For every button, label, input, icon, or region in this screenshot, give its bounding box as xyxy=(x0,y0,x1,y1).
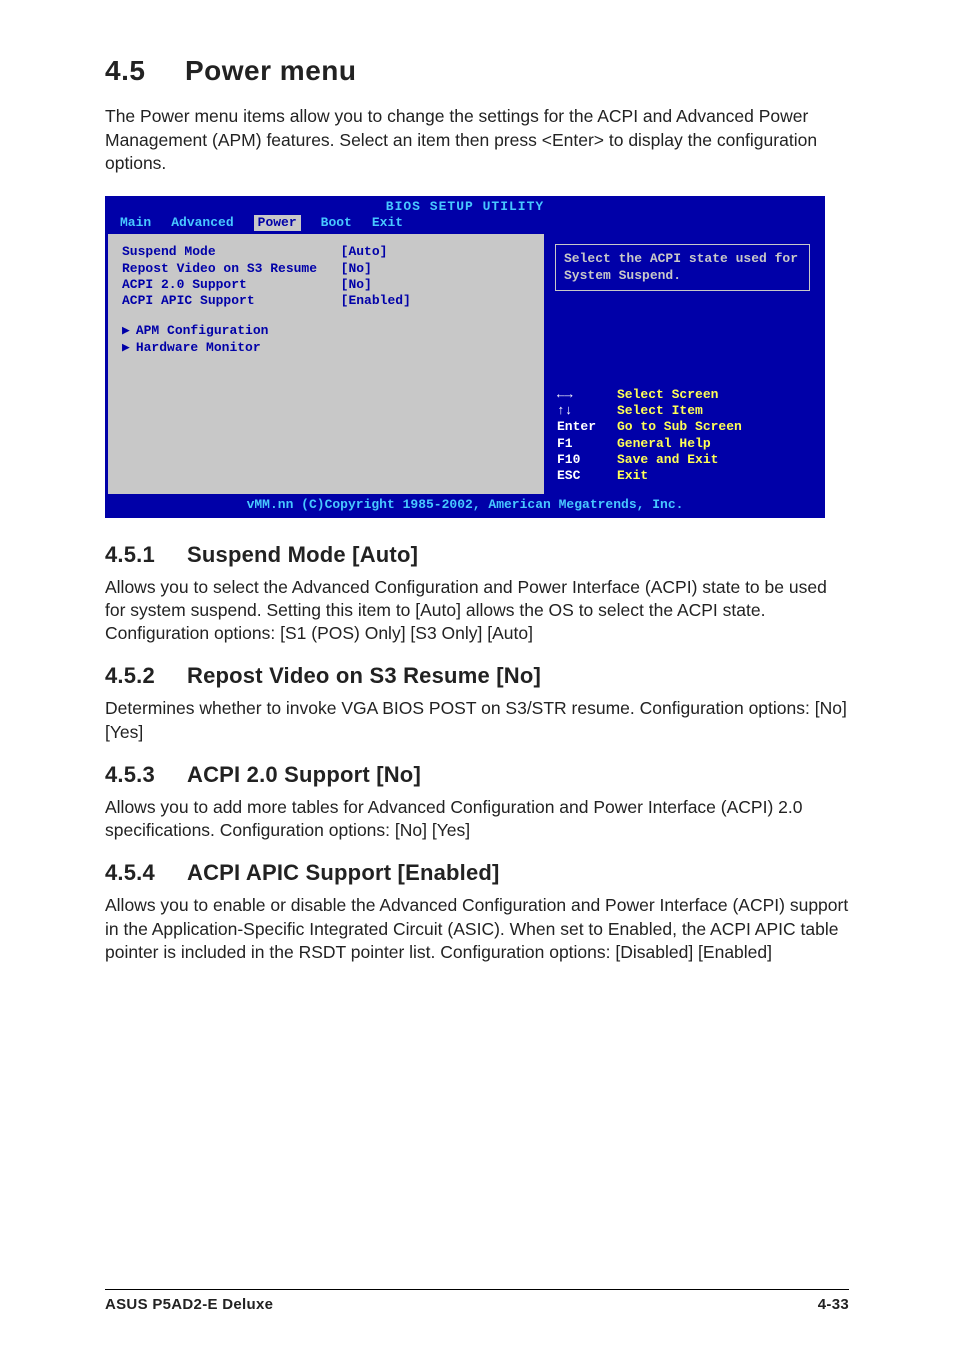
subsection-number: 4.5.2 xyxy=(105,663,187,689)
bios-item-label: Repost Video on S3 Resume xyxy=(122,261,341,277)
bios-item-label: Suspend Mode xyxy=(122,244,341,260)
bios-menu-main[interactable]: Main xyxy=(120,215,151,231)
bios-title: BIOS SETUP UTILITY xyxy=(106,197,824,215)
bios-key-row: EnterGo to Sub Screen xyxy=(557,419,808,435)
subsection-body: Allows you to select the Advanced Config… xyxy=(105,576,849,646)
bios-item-label: ACPI 2.0 Support xyxy=(122,277,341,293)
bios-item-value: [No] xyxy=(341,277,419,293)
footer-right: 4-33 xyxy=(818,1296,849,1313)
bios-key-row: F1General Help xyxy=(557,436,808,452)
subsection-number: 4.5.4 xyxy=(105,860,187,886)
subsection-heading: 4.5.1Suspend Mode [Auto] xyxy=(105,542,849,568)
triangle-icon: ▶ xyxy=(122,323,130,338)
bios-key-name: ↑↓ xyxy=(557,403,617,419)
subsection-title: ACPI 2.0 Support [No] xyxy=(187,762,421,787)
subsection-heading: 4.5.3ACPI 2.0 Support [No] xyxy=(105,762,849,788)
bios-key-name: F1 xyxy=(557,436,617,452)
bios-menu-boot[interactable]: Boot xyxy=(321,215,352,231)
section-title-text: Power menu xyxy=(185,55,356,86)
bios-item-value: [Auto] xyxy=(341,244,419,260)
page-title: 4.5Power menu xyxy=(105,55,849,87)
bios-key-desc: Select Item xyxy=(617,403,703,419)
bios-submenus: ▶ APM Configuration ▶ Hardware Monitor xyxy=(122,323,530,356)
intro-paragraph: The Power menu items allow you to change… xyxy=(105,105,849,176)
bios-help-text: Select the ACPI state used for System Su… xyxy=(555,244,810,291)
bios-key-row: ↑↓Select Item xyxy=(557,403,808,419)
bios-key-desc: Exit xyxy=(617,468,648,484)
subsection-number: 4.5.1 xyxy=(105,542,187,568)
bios-menu-advanced[interactable]: Advanced xyxy=(171,215,233,231)
bios-key-row: F10Save and Exit xyxy=(557,452,808,468)
section-number: 4.5 xyxy=(105,55,185,87)
triangle-icon: ▶ xyxy=(122,340,130,355)
page-footer: ASUS P5AD2-E Deluxe 4-33 xyxy=(105,1289,849,1313)
subsection-body: Determines whether to invoke VGA BIOS PO… xyxy=(105,697,849,744)
subsection-heading: 4.5.2Repost Video on S3 Resume [No] xyxy=(105,663,849,689)
subsection-title: Repost Video on S3 Resume [No] xyxy=(187,663,541,688)
bios-submenu-item[interactable]: ▶ APM Configuration xyxy=(122,323,530,339)
bios-key-legend: ←→Select Screen↑↓Select ItemEnterGo to S… xyxy=(555,383,810,489)
footer-left: ASUS P5AD2-E Deluxe xyxy=(105,1296,273,1313)
bios-item[interactable]: ACPI 2.0 Support [No] xyxy=(122,277,419,293)
bios-item[interactable]: Repost Video on S3 Resume [No] xyxy=(122,261,419,277)
bios-item[interactable]: Suspend Mode [Auto] xyxy=(122,244,419,260)
bios-menu-exit[interactable]: Exit xyxy=(372,215,403,231)
subsection-heading: 4.5.4ACPI APIC Support [Enabled] xyxy=(105,860,849,886)
subsection-title: Suspend Mode [Auto] xyxy=(187,542,418,567)
bios-left-panel: Suspend Mode [Auto]Repost Video on S3 Re… xyxy=(106,234,546,496)
bios-key-row: ESCExit xyxy=(557,468,808,484)
subsection-body: Allows you to enable or disable the Adva… xyxy=(105,894,849,964)
bios-right-panel: Select the ACPI state used for System Su… xyxy=(546,234,824,496)
bios-menu: Main Advanced Power Boot Exit xyxy=(106,215,824,233)
bios-submenu-label: Hardware Monitor xyxy=(136,340,261,355)
bios-key-row: ←→Select Screen xyxy=(557,387,808,403)
bios-key-desc: General Help xyxy=(617,436,711,452)
bios-screenshot: BIOS SETUP UTILITY Main Advanced Power Boot… xyxy=(105,196,825,518)
bios-key-desc: Save and Exit xyxy=(617,452,718,468)
bios-key-desc: Select Screen xyxy=(617,387,718,403)
bios-submenu-item[interactable]: ▶ Hardware Monitor xyxy=(122,340,530,356)
bios-item-value: [No] xyxy=(341,261,419,277)
bios-item-value: [Enabled] xyxy=(341,293,419,309)
bios-key-name: F10 xyxy=(557,452,617,468)
subsection-title: ACPI APIC Support [Enabled] xyxy=(187,860,500,885)
bios-items-table: Suspend Mode [Auto]Repost Video on S3 Re… xyxy=(122,244,419,309)
bios-key-name: ←→ xyxy=(557,387,617,403)
bios-menu-power[interactable]: Power xyxy=(254,215,301,231)
bios-copyright: vMM.nn (C)Copyright 1985-2002, American … xyxy=(106,496,824,516)
subsection-body: Allows you to add more tables for Advanc… xyxy=(105,796,849,843)
bios-submenu-label: APM Configuration xyxy=(136,323,269,338)
bios-key-name: ESC xyxy=(557,468,617,484)
subsection-number: 4.5.3 xyxy=(105,762,187,788)
bios-item[interactable]: ACPI APIC Support [Enabled] xyxy=(122,293,419,309)
bios-key-name: Enter xyxy=(557,419,617,435)
bios-item-label: ACPI APIC Support xyxy=(122,293,341,309)
bios-key-desc: Go to Sub Screen xyxy=(617,419,742,435)
